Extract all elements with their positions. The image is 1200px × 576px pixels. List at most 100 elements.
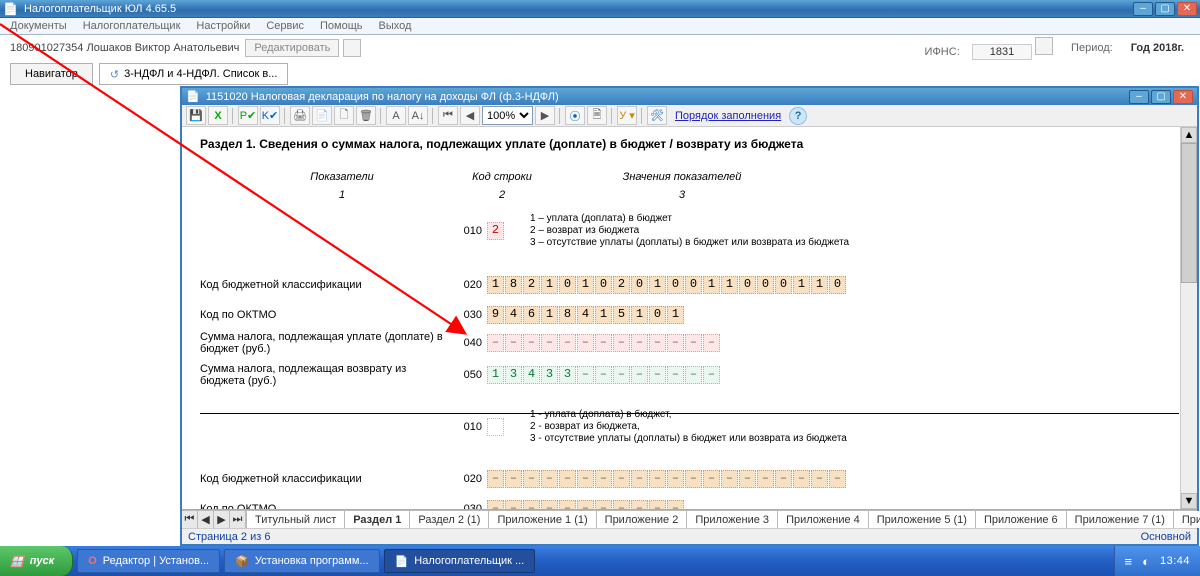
menu-item-documents[interactable]: Документы bbox=[10, 20, 67, 32]
tray-lang-icon[interactable]: ≡ bbox=[1125, 554, 1133, 569]
menu-item-exit[interactable]: Выход bbox=[379, 20, 412, 32]
tb-u-button[interactable]: У ▾ bbox=[617, 106, 637, 125]
doc-close-button[interactable]: ✕ bbox=[1173, 90, 1193, 104]
taskbtn-app-label: Налогоплательщик ... bbox=[414, 555, 524, 567]
sheet-prev-icon[interactable]: ◀ bbox=[198, 511, 214, 528]
tb-target-icon[interactable]: ⦿ bbox=[565, 106, 585, 125]
tb-save-icon[interactable]: 💾 bbox=[186, 106, 206, 125]
document-window: 📄 1151020 Налоговая декларация по налогу… bbox=[180, 86, 1199, 546]
status-page: Страница 2 из 6 bbox=[188, 531, 270, 543]
sheet-tab-6[interactable]: Приложение 4 bbox=[778, 511, 869, 528]
row-020-label: Код бюджетной классификации bbox=[200, 279, 450, 291]
tb-del-icon[interactable]: 🗑 bbox=[356, 106, 376, 125]
ifns-picker-button[interactable] bbox=[1035, 37, 1053, 55]
year-label: Год 2018г. bbox=[1131, 42, 1184, 54]
row-040-cells[interactable]: ––––––––––––– bbox=[487, 334, 720, 352]
zoom-select[interactable]: 100% bbox=[482, 106, 533, 125]
r010-note1: 1 – уплата (доплата) в бюджет bbox=[530, 213, 849, 225]
scroll-down-button[interactable]: ▼ bbox=[1181, 493, 1197, 509]
document-title: 1151020 Налоговая декларация по налогу н… bbox=[206, 91, 559, 103]
document-icon: 📄 bbox=[186, 90, 200, 103]
scrollbar-thumb[interactable] bbox=[1181, 143, 1197, 283]
app-titlebar: 📄 Налогоплательщик ЮЛ 4.65.5 ‒ ▢ ✕ bbox=[0, 0, 1200, 18]
b010-note1: 1 - уплата (доплата) в бюджет, bbox=[530, 409, 847, 421]
row-010-code: 010 bbox=[452, 225, 482, 237]
clear-button[interactable] bbox=[343, 39, 361, 57]
menu-item-service[interactable]: Сервис bbox=[266, 20, 304, 32]
sheet-tab-3[interactable]: Приложение 1 (1) bbox=[489, 511, 596, 528]
row-b030-cells[interactable]: ––––––––––– bbox=[487, 500, 684, 510]
sheet-tab-2[interactable]: Раздел 2 (1) bbox=[410, 511, 489, 528]
tray-clock: 13:44 bbox=[1160, 555, 1190, 567]
minimize-button[interactable]: ‒ bbox=[1133, 2, 1153, 16]
colnum-1: 1 bbox=[262, 189, 422, 201]
close-button[interactable]: ✕ bbox=[1177, 2, 1197, 16]
row-050-cells[interactable]: 13433–––––––– bbox=[487, 366, 720, 384]
tb-prev-icon[interactable]: ◀ bbox=[460, 106, 480, 125]
sheet-last-icon[interactable]: ⏭ bbox=[230, 511, 246, 528]
document-toolbar: 💾 X P✔ K✔ 🖨 📄 🗋 🗑 A A↓ ⏮ ◀ 100% ▶ ⦿ 🗎 У … bbox=[182, 105, 1197, 127]
row-b010-cell[interactable] bbox=[487, 418, 504, 436]
tb-doc-icon[interactable]: 🗎 bbox=[587, 106, 607, 125]
tb-pcheck-icon[interactable]: P✔ bbox=[238, 106, 258, 125]
col-kod: Код строки bbox=[452, 171, 552, 183]
sheet-tabs: ⏮ ◀ ▶ ⏭ Титульный листРаздел 1Раздел 2 (… bbox=[182, 510, 1197, 528]
menu-item-taxpayer[interactable]: Налогоплательщик bbox=[83, 20, 181, 32]
app-icon: 📄 bbox=[3, 2, 18, 16]
b010-note3: 3 - отсутствие уплаты (доплаты) в бюджет… bbox=[530, 433, 847, 445]
tab-ndfl-icon: ↺ bbox=[110, 68, 119, 81]
tab-ndfl[interactable]: ↺ 3-НДФЛ и 4-НДФЛ. Список в... bbox=[99, 63, 289, 85]
start-button[interactable]: 🪟 пуск bbox=[0, 546, 73, 576]
tray-net-icon[interactable]: ◐ bbox=[1142, 554, 1150, 569]
taskbtn-app[interactable]: 📄 Налогоплательщик ... bbox=[384, 549, 536, 573]
system-tray: ≡ ◐ 13:44 bbox=[1114, 546, 1200, 576]
taskbtn-editor[interactable]: O Редактор | Установ... bbox=[77, 549, 220, 573]
row-010-value[interactable]: 2 bbox=[487, 222, 504, 240]
period-label: Период: bbox=[1071, 42, 1113, 54]
col-znach: Значения показателей bbox=[612, 171, 752, 183]
help-icon[interactable]: ? bbox=[789, 107, 807, 125]
tb-copy-icon[interactable]: 📄 bbox=[312, 106, 332, 125]
status-mode: Основной bbox=[1141, 531, 1191, 543]
navbar: Навигатор ↺ 3-НДФЛ и 4-НДФЛ. Список в... bbox=[10, 63, 1200, 85]
row-030-cells[interactable]: 94618415101 bbox=[487, 306, 684, 324]
sheet-tab-0[interactable]: Титульный лист bbox=[246, 511, 345, 528]
sheet-tab-8[interactable]: Приложение 6 bbox=[976, 511, 1067, 528]
row-020-cells[interactable]: 18210102010011000110 bbox=[487, 276, 846, 294]
tb-kcheck-icon[interactable]: K✔ bbox=[260, 106, 280, 125]
edit-button[interactable]: Редактировать bbox=[245, 39, 339, 57]
sheet-first-icon[interactable]: ⏮ bbox=[182, 511, 198, 528]
menu-item-help[interactable]: Помощь bbox=[320, 20, 363, 32]
xp-taskbar: 🪟 пуск O Редактор | Установ... 📦 Установ… bbox=[0, 546, 1200, 576]
tb-Ay-button[interactable]: A↓ bbox=[408, 106, 428, 125]
taskbtn-editor-label: Редактор | Установ... bbox=[103, 555, 209, 567]
doc-minimize-button[interactable]: ‒ bbox=[1129, 90, 1149, 104]
tb-next-icon[interactable]: ▶ bbox=[535, 106, 555, 125]
sheet-tab-4[interactable]: Приложение 2 bbox=[597, 511, 688, 528]
sheet-next-icon[interactable]: ▶ bbox=[214, 511, 230, 528]
navigator-button[interactable]: Навигатор bbox=[10, 63, 93, 85]
colnum-2: 2 bbox=[452, 189, 552, 201]
scroll-up-button[interactable]: ▲ bbox=[1181, 127, 1197, 143]
tb-A-button[interactable]: A bbox=[386, 106, 406, 125]
sheet-tab-9[interactable]: Приложение 7 (1) bbox=[1067, 511, 1174, 528]
tb-new-icon[interactable]: 🗋 bbox=[334, 106, 354, 125]
tb-first-icon[interactable]: ⏮ bbox=[438, 106, 458, 125]
maximize-button[interactable]: ▢ bbox=[1155, 2, 1175, 16]
app-task-icon: 📄 bbox=[395, 555, 409, 568]
menu-item-settings[interactable]: Настройки bbox=[196, 20, 250, 32]
taskbtn-install[interactable]: 📦 Установка программ... bbox=[224, 549, 379, 573]
row-030-label: Код по ОКТМО bbox=[200, 309, 450, 321]
doc-maximize-button[interactable]: ▢ bbox=[1151, 90, 1171, 104]
sheet-tab-1[interactable]: Раздел 1 bbox=[345, 511, 410, 528]
sheet-tab-5[interactable]: Приложение 3 bbox=[687, 511, 778, 528]
sheet-tab-10[interactable]: Приложение 8 bbox=[1174, 511, 1200, 528]
tb-print-icon[interactable]: 🖨 bbox=[290, 106, 310, 125]
tb-excel-icon[interactable]: X bbox=[208, 106, 228, 125]
order-link[interactable]: Порядок заполнения bbox=[675, 110, 781, 122]
taskbtn-install-label: Установка программ... bbox=[255, 555, 369, 567]
row-b020-cells[interactable]: –––––––––––––––––––– bbox=[487, 470, 846, 488]
row-b010-code: 010 bbox=[452, 421, 482, 433]
tb-tool-icon[interactable]: 🛠 bbox=[647, 106, 667, 125]
sheet-tab-7[interactable]: Приложение 5 (1) bbox=[869, 511, 976, 528]
